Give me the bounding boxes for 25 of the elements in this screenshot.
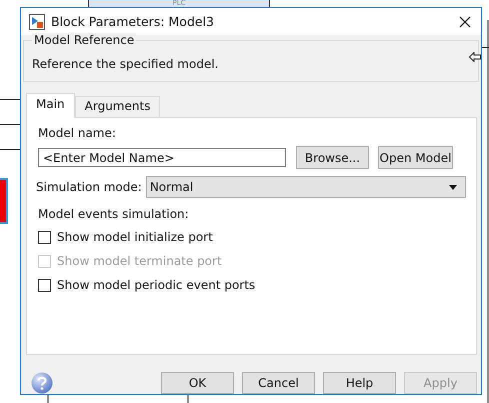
simulation-mode-dropdown[interactable]: Normal <box>146 176 466 198</box>
resize-arrow-icon <box>469 52 481 62</box>
model-name-field[interactable]: <Enter Model Name> <box>38 148 286 167</box>
checkbox[interactable] <box>38 230 51 244</box>
section-label: Model events simulation: <box>38 207 190 221</box>
group-title: Model Reference <box>32 33 136 47</box>
checkbox-label: Show model initialize port <box>57 230 213 244</box>
block-icon <box>29 14 45 30</box>
dialog-button[interactable]: Help <box>323 372 396 394</box>
window-title: Block Parameters: Model3 <box>51 14 215 29</box>
checkbox[interactable] <box>38 278 51 292</box>
dialog-button[interactable]: OK <box>161 372 234 394</box>
help-icon[interactable] <box>31 372 53 394</box>
field-label: Simulation mode: <box>36 180 142 194</box>
description-text: Reference the specified model. <box>32 57 220 71</box>
dialog-button[interactable]: Browse... <box>296 146 369 169</box>
checkbox-label: Show model terminate port <box>57 254 222 268</box>
dialog-button[interactable]: Open Model <box>378 146 453 169</box>
tab[interactable]: Arguments <box>74 96 160 117</box>
close-icon[interactable] <box>459 16 471 28</box>
tab[interactable]: Main <box>26 93 75 118</box>
dropdown-arrow-icon <box>449 184 457 190</box>
checkbox-label: Show model periodic event ports <box>57 278 256 292</box>
dialog-button[interactable]: Cancel <box>242 372 315 394</box>
field-label: Model name: <box>38 126 117 140</box>
